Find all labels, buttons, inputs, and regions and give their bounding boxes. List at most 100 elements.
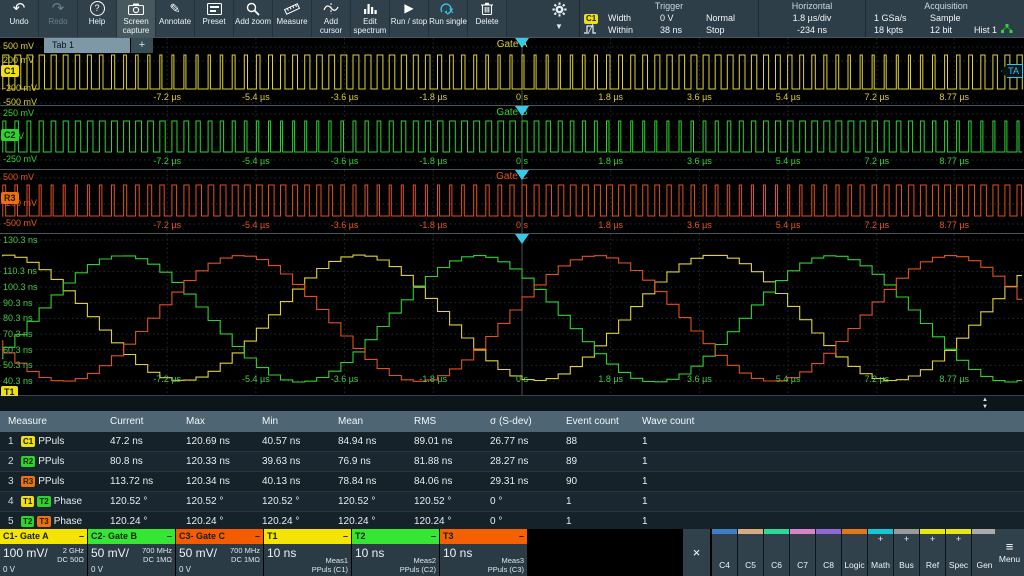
- signal-bar-c1-gate-a[interactable]: C1- Gate A–100 mV/2 GHzDC 50Ω0 V: [0, 529, 87, 576]
- toolbar-button-redo[interactable]: ↷Redo: [39, 0, 78, 37]
- toolbar-button-undo[interactable]: ↶Undo: [0, 0, 39, 37]
- table-header-event-count[interactable]: Event count: [566, 416, 642, 427]
- signal-bar-t3[interactable]: T3–10 nsMeas3PPuls (C3): [440, 529, 527, 576]
- gate_b-channel-badge[interactable]: C2: [1, 129, 19, 141]
- toolbar-button-label: Redo: [48, 17, 67, 26]
- gate_a-channel-badge[interactable]: C1: [1, 65, 19, 77]
- toolbar-button-run-stop[interactable]: ▶Run / stop: [390, 0, 429, 37]
- minimize-icon[interactable]: –: [255, 529, 260, 544]
- table-header-current[interactable]: Current: [110, 416, 186, 427]
- table-cell-value: 120.24 °: [338, 516, 414, 527]
- signal-bar-offset: 0 V: [91, 565, 103, 574]
- trigger-position-marker[interactable]: [515, 234, 529, 244]
- add-signal-button-c5[interactable]: C5: [738, 529, 764, 576]
- add-signal-button-spec[interactable]: +Spec: [946, 529, 972, 576]
- table-cell-value: 78.84 ns: [338, 476, 414, 487]
- table-header--s-dev-[interactable]: σ (S-dev): [490, 416, 566, 427]
- gear-icon[interactable]: [552, 2, 567, 22]
- bottom-bar: C1- Gate A–100 mV/2 GHzDC 50Ω0 VC2- Gate…: [0, 529, 1024, 576]
- signal-bar-c3-gate-c[interactable]: C3- Gate C–50 mV/700 MHzDC 1MΩ0 V: [176, 529, 263, 576]
- color-stripe: [738, 529, 763, 534]
- table-header-rms[interactable]: RMS: [414, 416, 490, 427]
- signal-bar-t2[interactable]: T2–10 nsMeas2PPuls (C2): [352, 529, 439, 576]
- minimize-icon[interactable]: –: [431, 529, 436, 544]
- toolbar-button-annotate[interactable]: ✎Annotate: [156, 0, 195, 37]
- table-row[interactable]: 1C1PPuls47.2 ns120.69 ns40.57 ns84.94 ns…: [0, 432, 1024, 452]
- minimize-icon[interactable]: –: [167, 529, 172, 544]
- chevron-down-icon[interactable]: ▼: [555, 22, 563, 32]
- toolbar-button-add-zoom[interactable]: Add zoom: [234, 0, 273, 37]
- waveform-gate-a[interactable]: Gate A500 mV200 mV-200 mV-500 mV-7.2 µs-…: [0, 37, 1024, 106]
- table-header-wave-count[interactable]: Wave count: [642, 416, 718, 427]
- sample-rate: 1 GSa/s: [874, 12, 930, 24]
- add-tab-button[interactable]: +: [131, 38, 153, 53]
- gate_b-xtick: -5.4 µs: [242, 156, 270, 166]
- trigger-position-marker[interactable]: [515, 38, 529, 48]
- add-signal-button-c8[interactable]: C8: [816, 529, 842, 576]
- toolbar-button-label: Add zoom: [235, 17, 271, 26]
- coupling: DC 50Ω: [57, 555, 84, 564]
- add-signal-button-c7[interactable]: C7: [790, 529, 816, 576]
- table-row[interactable]: 4T1T2Phase120.52 °120.52 °120.52 °120.52…: [0, 492, 1024, 512]
- trigger-position-marker[interactable]: [515, 106, 529, 116]
- add-signal-button-bus[interactable]: +Bus: [894, 529, 920, 576]
- waveform-gate-b[interactable]: Gate B250 mV0 mV-250 mV-7.2 µs-5.4 µs-3.…: [0, 105, 1024, 170]
- tab-tab1[interactable]: Tab 1: [44, 38, 130, 53]
- signal-bar-c2-gate-b[interactable]: C2- Gate B–50 mV/700 MHzDC 1MΩ0 V: [88, 529, 175, 576]
- toolbar-button-add-cursor[interactable]: Add cursor: [312, 0, 351, 37]
- horizontal-panel[interactable]: Horizontal 1.8 µs/div -234 ns: [758, 0, 865, 37]
- signal-bar-scale: 50 mV/: [91, 546, 129, 560]
- gate_a-xtick: 3.6 µs: [687, 92, 712, 102]
- table-row[interactable]: 2R2PPuls80.8 ns120.33 ns39.63 ns76.9 ns8…: [0, 452, 1024, 472]
- table-header-max[interactable]: Max: [186, 416, 262, 427]
- close-button[interactable]: ×: [683, 529, 710, 576]
- gate_c-ylabel: 500 mV: [3, 172, 34, 182]
- toolbar-button-help[interactable]: ?Help: [78, 0, 117, 37]
- toolbar-button-edit-spectrum[interactable]: Edit spectrum: [351, 0, 390, 37]
- toolbar-button-run-single[interactable]: xRun single: [429, 0, 468, 37]
- table-header-measure[interactable]: Measure: [0, 416, 110, 427]
- add-signal-button-c6[interactable]: C6: [764, 529, 790, 576]
- toolbar: ↶Undo↷Redo?HelpScreen capture✎AnnotatePr…: [0, 0, 1024, 38]
- signal-bar-title: T1: [267, 529, 278, 544]
- trigger-panel[interactable]: Trigger C1 Width 0 V Normal Within 38 ns…: [579, 0, 758, 37]
- toolbar-button-screen-capture[interactable]: Screen capture: [117, 0, 156, 37]
- undo-icon: ↶: [13, 0, 26, 17]
- minimize-icon[interactable]: –: [343, 529, 348, 544]
- table-header-min[interactable]: Min: [262, 416, 338, 427]
- toolbar-button-measure[interactable]: Measure: [273, 0, 312, 37]
- button-label: C5: [745, 560, 756, 570]
- menu-button[interactable]: ≡ Menu: [995, 529, 1024, 576]
- table-cell-value: 39.63 ns: [262, 456, 338, 467]
- meas-name: Meas1: [312, 556, 348, 565]
- table-header-mean[interactable]: Mean: [338, 416, 414, 427]
- spectrum-bars-icon: [363, 0, 378, 17]
- gate_a-xtick: 7.2 µs: [864, 92, 889, 102]
- add-signal-button-logic[interactable]: Logic: [842, 529, 868, 576]
- add-signal-button-ref[interactable]: +Ref: [920, 529, 946, 576]
- toolbar-button-preset[interactable]: Preset: [195, 0, 234, 37]
- signal-bar-meas: Meas2PPuls (C2): [400, 556, 436, 574]
- waveform-gate-c[interactable]: Gate C500 mV-200 mV-500 mV-7.2 µs-5.4 µs…: [0, 169, 1024, 234]
- ruler-icon: [284, 0, 300, 17]
- track-badge[interactable]: T1: [1, 386, 18, 396]
- table-row[interactable]: 3R3PPuls113.72 ns120.34 ns40.13 ns78.84 …: [0, 472, 1024, 492]
- add-signal-button-math[interactable]: +Math: [868, 529, 894, 576]
- signal-bar-coupling: 2 GHzDC 50Ω: [57, 546, 84, 564]
- signal-bar-scale: 10 ns: [443, 546, 472, 560]
- minimize-icon[interactable]: –: [519, 529, 524, 544]
- track-plot[interactable]: 130.3 ns110.3 ns100.3 ns90.3 ns80.3 ns70…: [0, 233, 1024, 396]
- gate_c-channel-badge[interactable]: R3: [1, 192, 19, 204]
- button-label: C8: [823, 560, 834, 570]
- trigger-position-marker[interactable]: [515, 170, 529, 180]
- table-cell-value: 89: [566, 456, 642, 467]
- signal-bar-t1[interactable]: T1–10 nsMeas1PPuls (C1): [264, 529, 351, 576]
- cursor-wave-icon: [323, 0, 339, 17]
- add-signal-button-c4[interactable]: C4: [712, 529, 738, 576]
- pulse-width-icon: [584, 24, 608, 37]
- minimize-icon[interactable]: –: [79, 529, 84, 544]
- toolbar-button-delete[interactable]: Delete: [468, 0, 507, 37]
- signal-bar-header: C3- Gate C–: [176, 529, 263, 544]
- trigger-type: Width: [608, 12, 660, 24]
- scroll-arrows[interactable]: ▲▼: [982, 397, 988, 411]
